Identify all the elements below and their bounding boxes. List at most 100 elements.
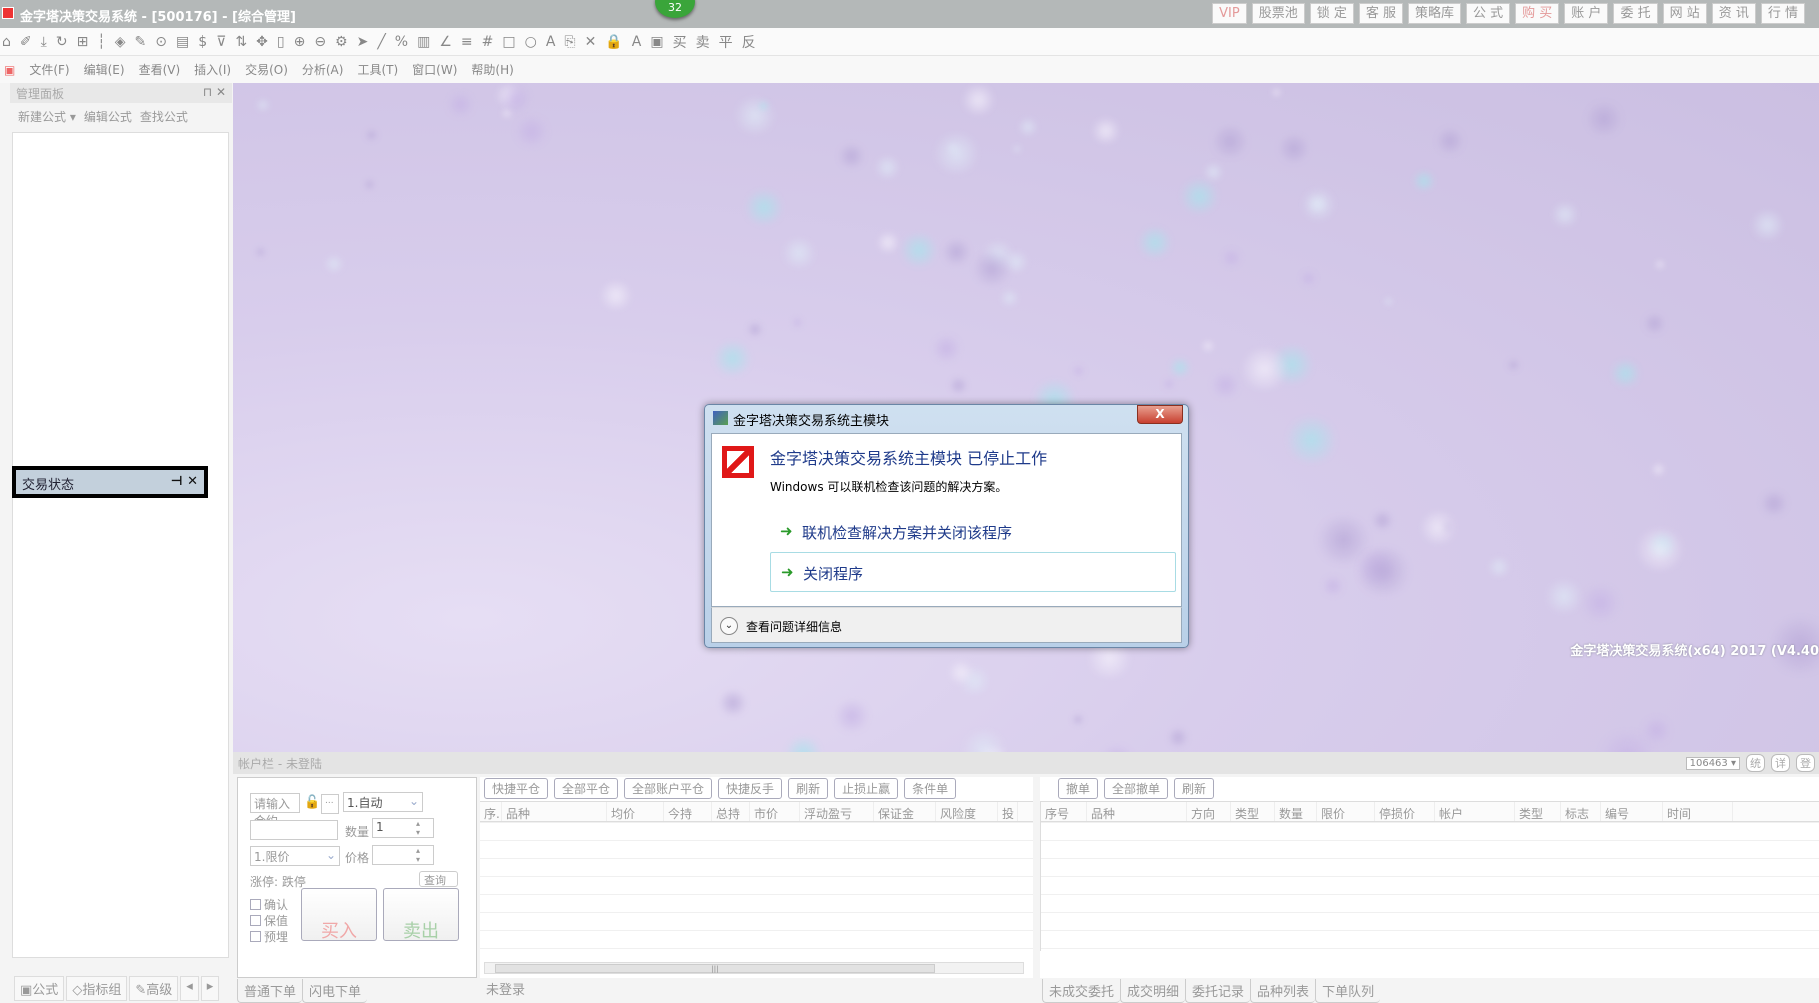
diamond-icon[interactable]: ◈ <box>115 34 126 50</box>
orders-tab-2[interactable]: 委托记录 <box>1185 979 1251 1003</box>
rectangle-icon[interactable]: □ <box>502 34 515 50</box>
top-button-6[interactable]: 购 买 <box>1515 3 1560 24</box>
orders-tab-4[interactable]: 下单队列 <box>1315 979 1381 1003</box>
check-online-option[interactable]: ➜ 联机检查解决方案并关闭该程序 <box>770 512 1176 552</box>
price-type-select[interactable]: 1.限价 ⌄ <box>250 846 340 866</box>
position-button-4[interactable]: 刷新 <box>788 778 829 799</box>
hash-icon[interactable]: # <box>482 34 494 50</box>
column-header[interactable]: 品种 <box>502 802 607 821</box>
column-header[interactable]: 序. <box>480 802 502 821</box>
preset-checkbox[interactable]: 预埋 <box>250 928 288 945</box>
move-icon[interactable]: ✥ <box>256 34 268 50</box>
font-color-icon[interactable]: A <box>632 34 642 50</box>
menu-item-4[interactable]: 交易(O) <box>245 61 288 78</box>
query-button[interactable]: 查询 <box>419 871 458 887</box>
column-header[interactable]: 限价 <box>1317 802 1375 821</box>
document-icon[interactable]: ▤ <box>176 34 189 50</box>
pencil-icon[interactable]: ✐ <box>20 34 32 50</box>
price-input[interactable] <box>372 845 434 865</box>
candlestick-icon[interactable]: ┆ <box>97 34 105 50</box>
tab-formula[interactable]: ▣公式 <box>14 976 65 1001</box>
order-button-0[interactable]: 撤单 <box>1058 778 1099 799</box>
details-button[interactable]: 详 <box>1771 754 1790 772</box>
circle-icon[interactable]: ○ <box>525 34 537 50</box>
position-button-2[interactable]: 全部账户平仓 <box>624 778 713 799</box>
column-header[interactable]: 风险度 <box>936 802 998 821</box>
stepper-arrows[interactable]: ▴ ▾ <box>416 846 420 864</box>
column-header[interactable]: 品种 <box>1087 802 1187 821</box>
formula-tree[interactable] <box>12 132 229 958</box>
buy-button[interactable]: 买入 <box>301 888 377 942</box>
gear-icon[interactable]: ⚙ <box>335 34 348 50</box>
column-header[interactable]: 时间 <box>1663 802 1733 821</box>
find-formula-button[interactable]: 查找公式 <box>140 108 188 124</box>
column-header[interactable]: 类型 <box>1515 802 1561 821</box>
sell-button[interactable]: 卖出 <box>383 888 459 942</box>
lock-icon[interactable]: 🔒 <box>605 34 622 50</box>
column-header[interactable]: 均价 <box>607 802 664 821</box>
tab-advanced[interactable]: ✎高级 <box>129 976 179 1001</box>
toolbar-trade-button-3[interactable]: 反 <box>742 32 756 52</box>
more-button[interactable]: ... <box>321 794 339 814</box>
dialog-close-button[interactable]: X <box>1137 405 1183 424</box>
new-formula-button[interactable]: 新建公式 ▾ <box>18 108 76 124</box>
stats-button[interactable]: 统 <box>1746 754 1765 772</box>
position-button-0[interactable]: 快捷平仓 <box>484 778 549 799</box>
column-header[interactable]: 保证金 <box>874 802 936 821</box>
menu-item-5[interactable]: 分析(A) <box>302 61 344 78</box>
cursor-icon[interactable]: ➤ <box>357 34 369 50</box>
top-button-2[interactable]: 锁 定 <box>1309 3 1354 24</box>
quantity-stepper[interactable]: 1 <box>372 818 434 838</box>
bars-icon[interactable]: ▥ <box>417 34 430 50</box>
hedge-checkbox[interactable]: 保值 <box>250 912 288 929</box>
menu-item-2[interactable]: 查看(V) <box>139 61 181 78</box>
tab-flash-order[interactable]: 闪电下单 <box>302 979 368 1003</box>
percent-icon[interactable]: % <box>395 34 408 50</box>
toolbar-trade-button-0[interactable]: 买 <box>673 32 687 52</box>
orders-tab-1[interactable]: 成交明细 <box>1120 979 1186 1003</box>
close-icon[interactable]: ✕ <box>187 474 198 489</box>
column-header[interactable]: 总持 <box>712 802 750 821</box>
chevron-down-icon[interactable]: ⌄ <box>720 617 738 635</box>
column-header[interactable]: 今持 <box>664 802 712 821</box>
menu-item-6[interactable]: 工具(T) <box>357 61 398 78</box>
edit-icon[interactable]: ✎ <box>135 34 147 50</box>
position-button-3[interactable]: 快捷反手 <box>718 778 783 799</box>
pin-icon[interactable]: ⊣ <box>171 474 183 489</box>
close-icon[interactable]: ✕ <box>216 85 226 99</box>
confirm-checkbox[interactable]: 确认 <box>250 896 288 913</box>
login-button[interactable]: 登 <box>1796 754 1815 772</box>
column-header[interactable]: 序号 <box>1041 802 1087 821</box>
close-program-option[interactable]: ➜ 关闭程序 <box>770 552 1176 592</box>
zoom-in-icon[interactable]: ⊕ <box>294 34 306 50</box>
column-header[interactable]: 停损价 <box>1375 802 1435 821</box>
top-button-3[interactable]: 客 服 <box>1358 3 1403 24</box>
menu-item-3[interactable]: 插入(I) <box>194 61 231 78</box>
tab-scroll-right[interactable]: ▸ <box>200 976 220 1001</box>
column-header[interactable]: 投 <box>998 802 1018 821</box>
zoom-out-icon[interactable]: ⊖ <box>314 34 326 50</box>
tab-scroll-left[interactable]: ◂ <box>180 976 199 1001</box>
trade-status-panel[interactable]: 交易状态 ⊣ ✕ <box>12 466 208 498</box>
column-icon[interactable]: ▯ <box>277 34 285 50</box>
copy-icon[interactable]: ⎘ <box>564 34 575 50</box>
position-button-6[interactable]: 条件单 <box>904 778 957 799</box>
scrollbar-thumb[interactable]: ||| <box>495 964 935 973</box>
pin-icon[interactable]: ⊓ <box>203 85 212 99</box>
column-header[interactable]: 标志 <box>1561 802 1601 821</box>
column-header[interactable]: 方向 <box>1187 802 1231 821</box>
position-button-1[interactable]: 全部平仓 <box>554 778 619 799</box>
position-button-5[interactable]: 止损止赢 <box>834 778 899 799</box>
toolbar-trade-button-2[interactable]: 平 <box>719 32 733 52</box>
top-button-10[interactable]: 资 讯 <box>1711 3 1756 24</box>
contract-input[interactable]: 请输入合约 <box>250 793 300 828</box>
play-icon[interactable]: ⊙ <box>155 34 167 50</box>
orders-tab-0[interactable]: 未成交委托 <box>1042 979 1121 1003</box>
top-button-11[interactable]: 行 情 <box>1760 3 1805 24</box>
tab-normal-order[interactable]: 普通下单 <box>237 979 303 1003</box>
edit-formula-button[interactable]: 编辑公式 <box>84 108 132 124</box>
menu-item-1[interactable]: 编辑(E) <box>84 61 125 78</box>
grid-icon[interactable]: ⊞ <box>77 34 89 50</box>
list-icon[interactable]: ≡ <box>461 34 473 50</box>
save-icon[interactable]: ▣ <box>650 34 663 50</box>
